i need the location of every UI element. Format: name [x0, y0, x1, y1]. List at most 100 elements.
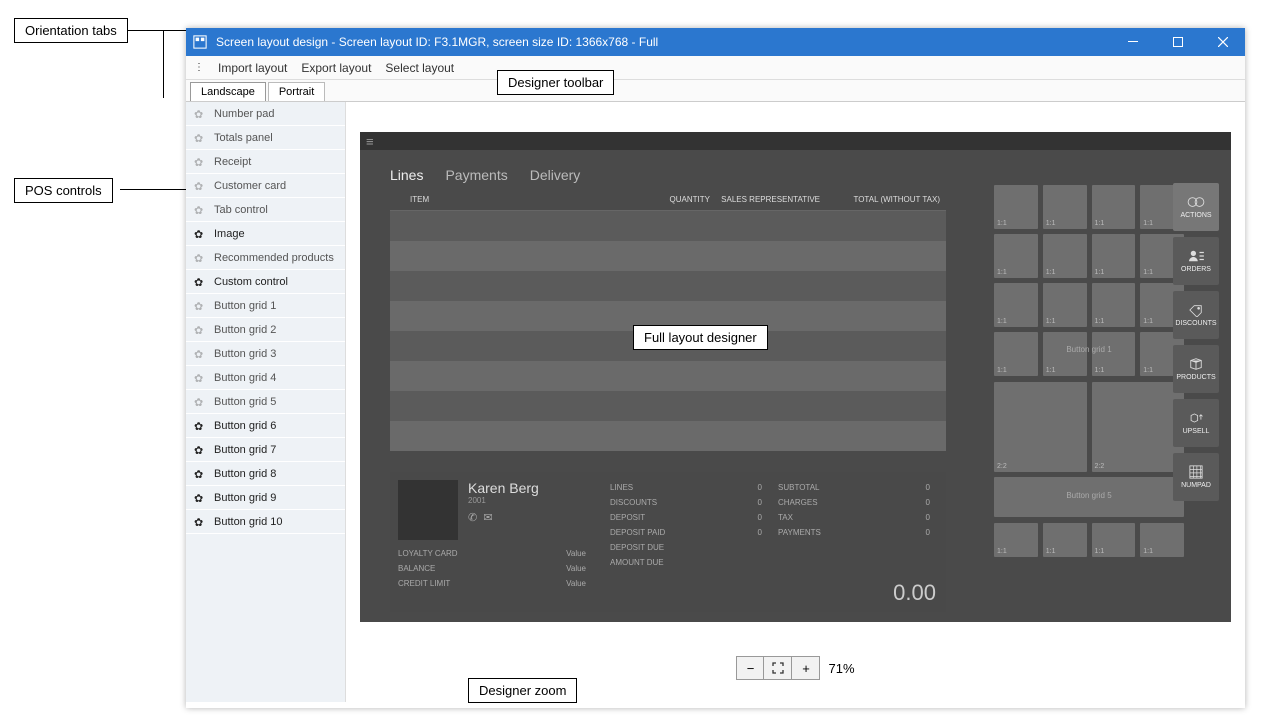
avatar: [398, 480, 458, 540]
tab-landscape[interactable]: Landscape: [190, 82, 266, 101]
grid-button[interactable]: 1:1: [994, 234, 1038, 278]
customer-card[interactable]: Karen Berg 2001 ✆ ✉ LOYALTY CARDValue: [390, 472, 594, 612]
grid-button[interactable]: 1:1: [1043, 332, 1087, 376]
zoom-in-button[interactable]: +: [792, 656, 820, 680]
list-item[interactable]: Button grid 4: [186, 366, 345, 390]
gear-icon: [194, 444, 206, 456]
grid-button[interactable]: 1:1: [1092, 283, 1136, 327]
list-item[interactable]: Button grid 10: [186, 510, 345, 534]
maximize-button[interactable]: [1155, 28, 1200, 56]
list-item[interactable]: Image: [186, 222, 345, 246]
app-icon: [192, 34, 208, 50]
lines-table: ITEM QUANTITY SALES REPRESENTATIVE TOTAL…: [390, 191, 946, 451]
tab-payments[interactable]: Payments: [445, 167, 507, 183]
callout-designer-zoom: Designer zoom: [468, 678, 577, 703]
table-row[interactable]: [390, 361, 946, 391]
list-item[interactable]: Button grid 1: [186, 294, 345, 318]
grid-button[interactable]: 1:1: [1140, 523, 1184, 557]
grid-button[interactable]: 1:1: [1043, 523, 1087, 557]
tab-portrait[interactable]: Portrait: [268, 82, 325, 101]
list-item[interactable]: Button grid 3: [186, 342, 345, 366]
toolbar-grip-icon: ⋮: [194, 62, 204, 73]
grid-button[interactable]: 1:1: [1043, 234, 1087, 278]
grid-button[interactable]: 1:1: [994, 283, 1038, 327]
table-row[interactable]: [390, 391, 946, 421]
grid-button[interactable]: 1:1: [1043, 283, 1087, 327]
list-item[interactable]: Tab control: [186, 198, 345, 222]
gear-icon: [194, 276, 206, 288]
grid-button[interactable]: 1:1: [1092, 523, 1136, 557]
zoom-fit-button[interactable]: [764, 656, 792, 680]
list-item[interactable]: Button grid 8: [186, 462, 345, 486]
mail-icon[interactable]: ✉: [483, 512, 492, 524]
gear-icon: [194, 180, 206, 192]
table-row[interactable]: [390, 241, 946, 271]
select-layout-button[interactable]: Select layout: [385, 61, 454, 75]
tab-delivery[interactable]: Delivery: [530, 167, 581, 183]
list-item[interactable]: Recommended products: [186, 246, 345, 270]
side-actions-button[interactable]: ACTIONS: [1173, 183, 1219, 231]
list-item[interactable]: Number pad: [186, 102, 345, 126]
col-sales-rep: SALES REPRESENTATIVE: [710, 191, 820, 210]
pos-controls-list: Number pad Totals panel Receipt Customer…: [186, 102, 346, 702]
gear-icon: [194, 516, 206, 528]
table-row[interactable]: [390, 421, 946, 451]
gear-icon: [194, 468, 206, 480]
side-products-button[interactable]: PRODUCTS: [1173, 345, 1219, 393]
gear-icon: [194, 252, 206, 264]
grand-total: 0.00: [893, 580, 936, 606]
callout-orientation-tabs: Orientation tabs: [14, 18, 128, 43]
grid-button[interactable]: 1:1: [1092, 332, 1136, 376]
list-item[interactable]: Receipt: [186, 150, 345, 174]
customer-code: 2001: [468, 496, 539, 505]
table-row[interactable]: [390, 271, 946, 301]
side-upsell-button[interactable]: UPSELL: [1173, 399, 1219, 447]
grid-button[interactable]: 1:1: [1092, 185, 1136, 229]
pos-tabs: Lines Payments Delivery: [390, 167, 1221, 183]
list-item[interactable]: Custom control: [186, 270, 345, 294]
grid-button[interactable]: 2:2: [1092, 382, 1185, 472]
list-item[interactable]: Button grid 7: [186, 438, 345, 462]
side-numpad-button[interactable]: NUMPAD: [1173, 453, 1219, 501]
gear-icon: [194, 492, 206, 504]
orders-icon: [1187, 249, 1205, 263]
close-button[interactable]: [1200, 28, 1245, 56]
gear-icon: [194, 396, 206, 408]
grid-button[interactable]: 1:1: [1092, 234, 1136, 278]
numpad-icon: [1188, 465, 1204, 479]
callout-pos-controls: POS controls: [14, 178, 113, 203]
hamburger-icon[interactable]: ≡: [366, 134, 374, 149]
grid-button[interactable]: 1:1: [994, 185, 1038, 229]
gear-icon: [194, 420, 206, 432]
list-item[interactable]: Customer card: [186, 174, 345, 198]
gear-icon: [194, 204, 206, 216]
gear-icon: [194, 324, 206, 336]
tab-lines[interactable]: Lines: [390, 167, 423, 183]
table-row[interactable]: [390, 211, 946, 241]
zoom-out-button[interactable]: −: [736, 656, 764, 680]
minimize-button[interactable]: [1110, 28, 1155, 56]
titlebar-text: Screen layout design - Screen layout ID:…: [216, 35, 658, 49]
grid-button[interactable]: 2:2: [994, 382, 1087, 472]
side-discounts-button[interactable]: DISCOUNTS: [1173, 291, 1219, 339]
list-item[interactable]: Button grid 2: [186, 318, 345, 342]
side-orders-button[interactable]: ORDERS: [1173, 237, 1219, 285]
totals-panel: LINES0 SUBTOTAL0 DISCOUNTS0 CHARGES0 DEP…: [594, 472, 946, 612]
gear-icon: [194, 156, 206, 168]
export-layout-button[interactable]: Export layout: [301, 61, 371, 75]
phone-icon[interactable]: ✆: [468, 512, 477, 524]
grid-button[interactable]: 1:1: [1043, 185, 1087, 229]
list-item[interactable]: Button grid 6: [186, 414, 345, 438]
list-item[interactable]: Button grid 5: [186, 390, 345, 414]
gear-icon: [194, 228, 206, 240]
designer-canvas[interactable]: ≡ Lines Payments Delivery ITEM QUANTITY …: [360, 132, 1231, 622]
grid-button[interactable]: 1:1: [994, 332, 1038, 376]
gear-icon: [194, 132, 206, 144]
list-item[interactable]: Totals panel: [186, 126, 345, 150]
import-layout-button[interactable]: Import layout: [218, 61, 287, 75]
pos-topbar: ≡: [360, 132, 1231, 150]
grid-button[interactable]: Button grid 5: [994, 477, 1184, 517]
grid-button[interactable]: 1:1: [994, 523, 1038, 557]
list-item[interactable]: Button grid 9: [186, 486, 345, 510]
col-quantity: QUANTITY: [630, 191, 710, 210]
